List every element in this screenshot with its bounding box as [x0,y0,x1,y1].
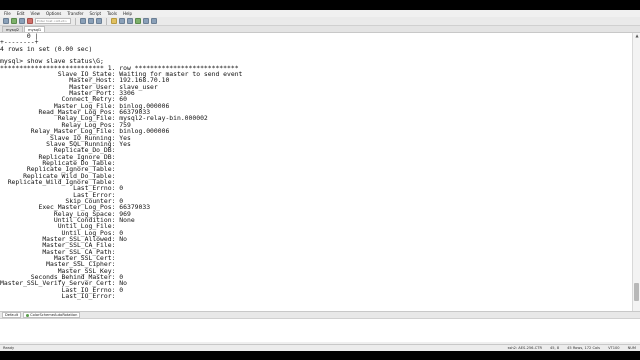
status-bar: Ready ssh2: AES-256-CTR 45, 8 45 Rows, 1… [0,344,640,351]
terminal-output: 0 | +--------+ 4 rows in set (0.00 sec) mys… [0,33,632,299]
global-options-icon[interactable] [127,18,133,24]
button-icon [26,313,30,317]
scroll-up-icon[interactable]: ▲ [633,33,640,39]
command-window-tabs: Default ColorSchemeAutoRotation [0,311,640,318]
scrollbar-thumb[interactable] [634,283,639,301]
menu-help[interactable]: Help [123,10,132,17]
paste-icon[interactable] [88,18,94,24]
help-icon[interactable] [151,18,157,24]
menu-edit[interactable]: Edit [17,10,25,17]
toolbar-divider [106,17,107,25]
terminal-pane[interactable]: 0 | +--------+ 4 rows in set (0.00 sec) mys… [0,33,632,311]
bottom-bar [0,351,640,360]
tab-mysql2[interactable]: mysql2 [2,26,24,32]
keymap-icon[interactable] [143,18,149,24]
quick-connect-icon[interactable] [11,18,17,24]
vertical-scrollbar[interactable]: ▲ [632,33,640,311]
tab-mysql1[interactable]: mysql1 [24,26,46,32]
menu-bar: File Edit View Options Transfer Script T… [0,10,640,17]
menu-options[interactable]: Options [46,10,61,17]
session-options-icon[interactable] [119,18,125,24]
toolbar: Enter host <Alt+R> [0,17,640,26]
sftp-icon[interactable] [135,18,141,24]
connect-icon[interactable] [3,18,9,24]
menu-view[interactable]: View [30,10,40,17]
menu-transfer[interactable]: Transfer [67,10,83,17]
toolbar-divider [75,17,76,25]
find-icon[interactable] [96,18,102,24]
terminal-line: Last_IO_Error: [0,292,116,301]
copy-icon[interactable] [80,18,86,24]
print-icon[interactable] [111,18,117,24]
command-window-input[interactable] [0,318,640,342]
title-bar [0,0,640,10]
menu-file[interactable]: File [4,10,11,17]
session-tab-bar: mysql2 mysql1 [0,26,640,33]
menu-tools[interactable]: Tools [107,10,117,17]
host-input[interactable]: Enter host <Alt+R> [35,18,71,24]
disconnect-icon[interactable] [27,18,33,24]
menu-script[interactable]: Script [89,10,101,17]
connect-tab-icon[interactable] [19,18,25,24]
